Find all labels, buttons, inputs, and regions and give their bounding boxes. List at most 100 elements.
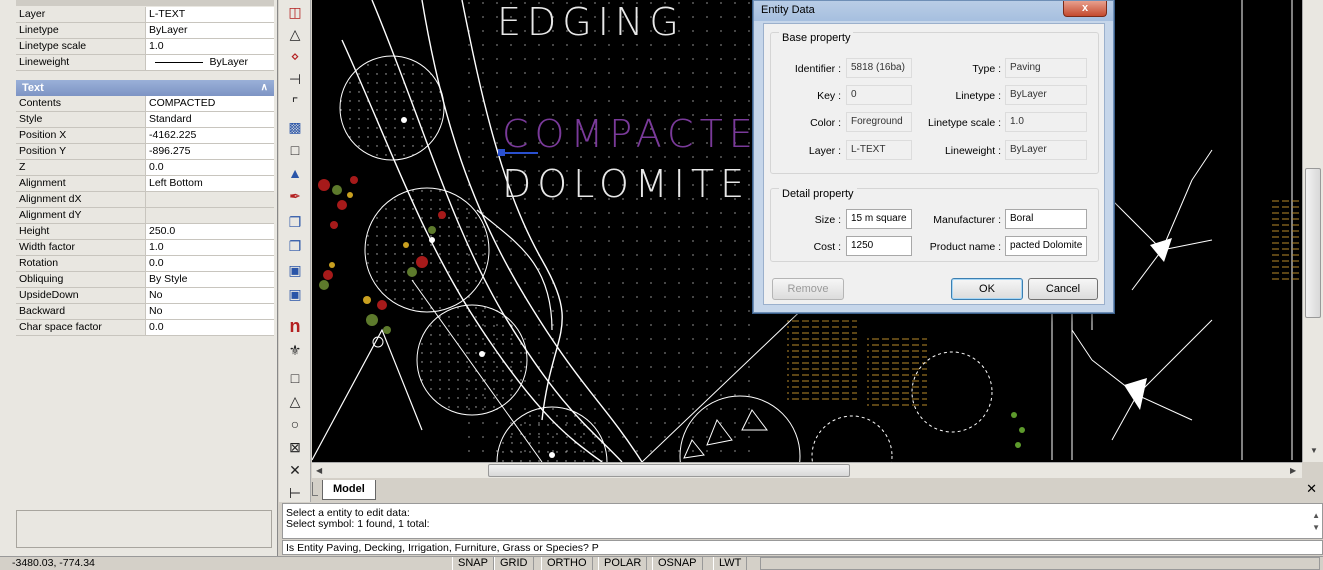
- close-icon[interactable]: ✕: [1306, 481, 1317, 497]
- prop-key: Alignment dY: [16, 208, 146, 223]
- polar-toggle[interactable]: POLAR: [598, 557, 648, 570]
- command-prompt-input[interactable]: Is Entity Paving, Decking, Irrigation, F…: [282, 540, 1323, 555]
- ortho-toggle[interactable]: ORTHO: [541, 557, 593, 570]
- prop-value[interactable]: 250.0: [146, 224, 274, 239]
- window-tool-icon[interactable]: ▣: [283, 284, 307, 304]
- collapse-chevron-icon[interactable]: ∧: [261, 80, 268, 96]
- box-x-tool-icon[interactable]: ⊠: [283, 437, 307, 457]
- mirror-tool-icon[interactable]: ◫: [283, 2, 307, 22]
- prop-row[interactable]: Alignment dY: [16, 208, 274, 224]
- cancel-button[interactable]: Cancel: [1028, 278, 1098, 300]
- prop-value[interactable]: Left Bottom: [146, 176, 274, 191]
- prop-row[interactable]: Position Y -896.275: [16, 144, 274, 160]
- prop-value[interactable]: 1.0: [146, 39, 274, 54]
- linetype-label: Linetype :: [955, 90, 1001, 102]
- prop-row[interactable]: Alignment dX: [16, 192, 274, 208]
- vertical-scroll-thumb[interactable]: [1305, 168, 1321, 318]
- prop-value[interactable]: 0.0: [146, 160, 274, 175]
- size-field[interactable]: 15 m square: [846, 209, 912, 229]
- prop-value[interactable]: 0.0: [146, 320, 274, 335]
- break-tool-icon[interactable]: ⊣: [283, 69, 307, 89]
- prop-row[interactable]: UpsideDown No: [16, 288, 274, 304]
- triangle-tool-icon[interactable]: △: [283, 391, 307, 411]
- prop-row[interactable]: Char space factor 0.0: [16, 320, 274, 336]
- extend-tool-icon[interactable]: ⋄: [283, 46, 307, 66]
- prop-row[interactable]: Style Standard: [16, 112, 274, 128]
- prop-value[interactable]: By Style: [146, 272, 274, 287]
- lwt-toggle[interactable]: LWT: [713, 557, 748, 570]
- prop-value[interactable]: -4162.225: [146, 128, 274, 143]
- tab-model[interactable]: Model: [322, 480, 376, 500]
- prop-row[interactable]: Backward No: [16, 304, 274, 320]
- prop-row-layer[interactable]: Layer L-TEXT: [16, 7, 274, 23]
- prop-value[interactable]: [146, 192, 274, 207]
- horizontal-scroll-thumb[interactable]: [488, 464, 850, 477]
- prop-key: Lineweight: [16, 55, 146, 70]
- prop-row-linetype[interactable]: Linetype ByLayer: [16, 23, 274, 39]
- remove-button[interactable]: Remove: [772, 278, 844, 300]
- prop-row[interactable]: Height 250.0: [16, 224, 274, 240]
- prop-value[interactable]: ByLayer: [146, 23, 274, 38]
- properties-group-text[interactable]: Text ∧: [16, 80, 274, 96]
- grid-toggle[interactable]: GRID: [494, 557, 534, 570]
- cross-tool-icon[interactable]: ✕: [283, 460, 307, 480]
- compacted-label[interactable]: COMPACTE: [502, 112, 759, 156]
- dolomite-label: DOLOMITE: [502, 162, 751, 206]
- prop-value[interactable]: ByLayer: [146, 55, 274, 70]
- scroll-down-arrow-icon[interactable]: ▼: [1310, 446, 1318, 455]
- prop-row[interactable]: Rotation 0.0: [16, 256, 274, 272]
- manufacturer-label: Manufacturer :: [933, 214, 1001, 226]
- prop-row-lineweight[interactable]: Lineweight ByLayer: [16, 55, 274, 71]
- document-tool-icon[interactable]: ▩: [283, 117, 307, 137]
- prop-value[interactable]: COMPACTED: [146, 96, 274, 111]
- dialog-body: Base property Identifier : 5818 (16ba) T…: [763, 23, 1105, 305]
- scroll-right-arrow-icon[interactable]: ▶: [1290, 466, 1296, 475]
- snap-toggle[interactable]: SNAP: [452, 557, 494, 570]
- ucs-tool-icon[interactable]: ⊢: [283, 483, 307, 503]
- rectangle-tool-icon[interactable]: □: [283, 140, 307, 160]
- stack-tool-icon[interactable]: ▣: [283, 260, 307, 280]
- prop-value[interactable]: No: [146, 288, 274, 303]
- prop-value[interactable]: L-TEXT: [146, 7, 274, 22]
- vertical-scrollbar[interactable]: ▼: [1302, 0, 1323, 462]
- horizontal-scrollbar[interactable]: ◀ ▶: [312, 462, 1302, 478]
- command-scroll-arrows-icon[interactable]: ▲ ▼: [1312, 510, 1320, 534]
- base-property-legend: Base property: [779, 32, 854, 44]
- prop-value[interactable]: Standard: [146, 112, 274, 127]
- hatch-tool-icon[interactable]: ▲: [283, 163, 307, 183]
- ok-button[interactable]: OK: [951, 278, 1023, 300]
- chamfer-tool-icon[interactable]: ⌜: [283, 93, 307, 113]
- prop-key: Position Y: [16, 144, 146, 159]
- prop-row[interactable]: Obliquing By Style: [16, 272, 274, 288]
- prop-row[interactable]: Width factor 1.0: [16, 240, 274, 256]
- manufacturer-field[interactable]: Boral: [1005, 209, 1087, 229]
- paint-tool-icon[interactable]: ⚜: [283, 340, 307, 360]
- copy-tool-icon[interactable]: ❐: [283, 212, 307, 232]
- prop-key: Style: [16, 112, 146, 127]
- prop-value-text: ByLayer: [209, 56, 248, 68]
- detail-property-legend: Detail property: [779, 188, 857, 200]
- prop-value[interactable]: No: [146, 304, 274, 319]
- prop-value[interactable]: -896.275: [146, 144, 274, 159]
- prop-value[interactable]: [146, 208, 274, 223]
- cost-field[interactable]: 1250: [846, 236, 912, 256]
- layers-tool-icon[interactable]: ❐: [283, 236, 307, 256]
- circle-tool-icon[interactable]: ○: [283, 414, 307, 434]
- prop-key: UpsideDown: [16, 288, 146, 303]
- prop-row[interactable]: Contents COMPACTED: [16, 96, 274, 112]
- prop-row[interactable]: Alignment Left Bottom: [16, 176, 274, 192]
- prop-row[interactable]: Position X -4162.225: [16, 128, 274, 144]
- color-value: Foreground: [846, 112, 912, 132]
- product-name-field[interactable]: pacted Dolomite: [1005, 236, 1087, 256]
- pencil-tool-icon[interactable]: ✒: [283, 186, 307, 206]
- prop-value[interactable]: 0.0: [146, 256, 274, 271]
- prop-value[interactable]: 1.0: [146, 240, 274, 255]
- square-tool-icon[interactable]: □: [283, 368, 307, 388]
- dialog-close-button[interactable]: x: [1063, 1, 1107, 17]
- prop-row-linetype-scale[interactable]: Linetype scale 1.0: [16, 39, 274, 55]
- trim-tool-icon[interactable]: △: [283, 24, 307, 44]
- osnap-toggle[interactable]: OSNAP: [652, 557, 703, 570]
- scroll-left-arrow-icon[interactable]: ◀: [316, 466, 322, 475]
- magnet-tool-icon[interactable]: n: [283, 316, 307, 336]
- prop-row[interactable]: Z 0.0: [16, 160, 274, 176]
